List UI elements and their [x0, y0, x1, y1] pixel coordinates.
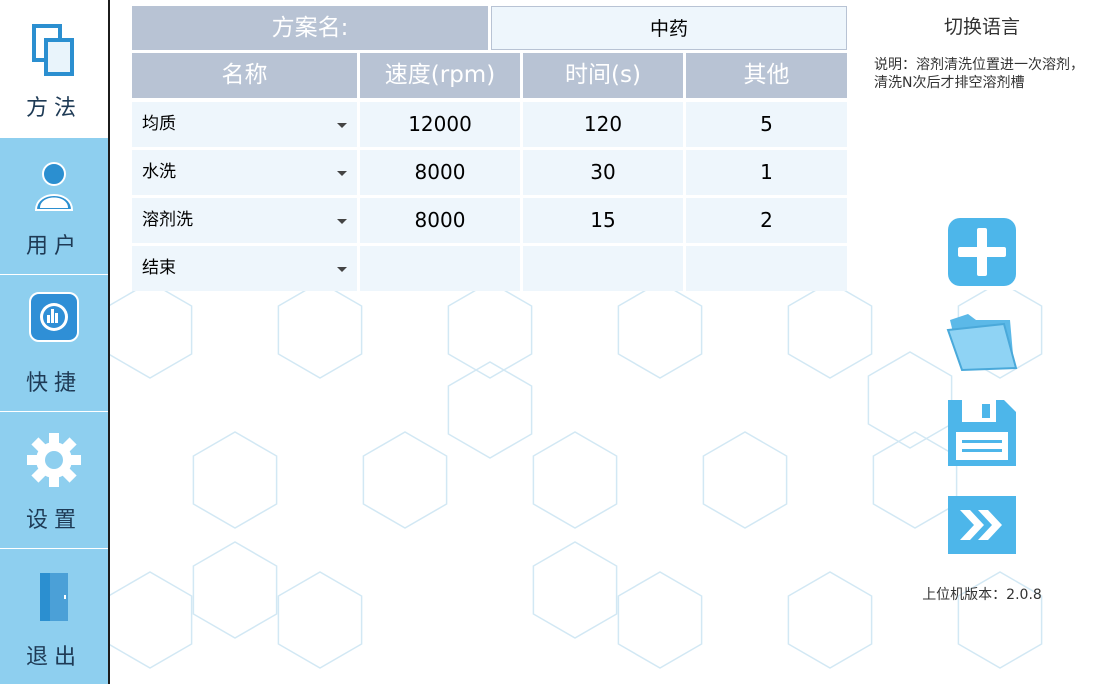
- column-header-time: 时间(s): [523, 53, 683, 98]
- add-button[interactable]: [946, 216, 1018, 288]
- exit-door-icon: [40, 573, 68, 621]
- sidebar-item-label: 快捷: [25, 371, 82, 396]
- hexagon-shape: [787, 571, 873, 669]
- step-name-select[interactable]: 水洗: [132, 150, 357, 195]
- hexagon-shape: [277, 290, 363, 379]
- hexagon-shape: [110, 571, 193, 669]
- other-cell[interactable]: 2: [686, 198, 847, 243]
- step-name-select[interactable]: 均质: [132, 102, 357, 147]
- column-header-speed: 速度(rpm): [360, 53, 520, 98]
- save-floppy-icon: [948, 400, 1016, 466]
- sidebar-item-shortcut[interactable]: 快捷: [0, 275, 108, 413]
- time-cell[interactable]: 15: [523, 198, 683, 243]
- step-name-value: 结束: [142, 258, 176, 278]
- speed-cell[interactable]: 8000: [360, 150, 520, 195]
- step-name-value: 水洗: [142, 162, 176, 182]
- hexagon-shape: [787, 290, 873, 379]
- hexagon-shape: [617, 571, 703, 669]
- hexagon-shape: [110, 290, 193, 379]
- scheme-name-label: 方案名:: [132, 6, 488, 50]
- dropdown-arrow-icon: [337, 219, 347, 224]
- instruction-note: 说明：溶剂清洗位置进一次溶剂，清洗N次后才排空溶剂槽: [874, 57, 1084, 91]
- user-icon: [34, 162, 74, 211]
- sidebar-item-exit[interactable]: 退出: [0, 549, 108, 684]
- step-name-value: 均质: [142, 114, 176, 134]
- save-button[interactable]: [946, 396, 1018, 468]
- hexagon-shape: [362, 431, 448, 529]
- sidebar-item-label: 用户: [25, 234, 82, 259]
- other-cell[interactable]: [686, 246, 847, 291]
- sidebar-item-label: 设置: [25, 508, 82, 533]
- dropdown-arrow-icon: [337, 267, 347, 272]
- sidebar-item-label: 退出: [25, 645, 82, 670]
- speed-cell[interactable]: 12000: [360, 102, 520, 147]
- hexagon-shape: [447, 290, 533, 379]
- column-header-name: 名称: [132, 53, 357, 98]
- sidebar: 方法 用户 快捷 设置 退出: [0, 0, 110, 684]
- hexagon-shape: [532, 541, 618, 639]
- settings-gear-icon: [27, 433, 81, 487]
- hexagon-shape: [532, 431, 618, 529]
- switch-language-button[interactable]: 切换语言: [930, 12, 1034, 42]
- dropdown-arrow-icon: [337, 171, 347, 176]
- scheme-name-field[interactable]: 中药: [491, 6, 847, 50]
- hexagon-shape: [702, 431, 788, 529]
- sidebar-item-label: 方法: [25, 96, 82, 121]
- hexagon-shape: [872, 431, 958, 529]
- next-button[interactable]: [946, 490, 1018, 562]
- speed-cell[interactable]: [360, 246, 520, 291]
- step-name-select[interactable]: 溶剂洗: [132, 198, 357, 243]
- time-cell[interactable]: 30: [523, 150, 683, 195]
- hexagon-shape: [277, 571, 363, 669]
- hexagon-shape: [617, 290, 703, 379]
- sidebar-item-user[interactable]: 用户: [0, 138, 108, 276]
- hexagon-shape: [867, 351, 953, 449]
- open-folder-button[interactable]: [946, 306, 1018, 378]
- step-name-value: 溶剂洗: [142, 210, 193, 230]
- dropdown-arrow-icon: [337, 123, 347, 128]
- speed-cell[interactable]: 8000: [360, 198, 520, 243]
- other-cell[interactable]: 5: [686, 102, 847, 147]
- column-header-other: 其他: [686, 53, 847, 98]
- sidebar-item-settings[interactable]: 设置: [0, 412, 108, 550]
- hexagon-shape: [192, 431, 278, 529]
- software-version: 上位机版本：2.0.8: [922, 587, 1042, 603]
- folder-icon: [946, 314, 1018, 372]
- hexagon-shape: [447, 361, 533, 459]
- step-name-select[interactable]: 结束: [132, 246, 357, 291]
- plus-icon: [948, 218, 1016, 286]
- method-icon: [32, 24, 74, 76]
- hexagon-shape: [192, 541, 278, 639]
- time-cell[interactable]: [523, 246, 683, 291]
- double-chevron-right-icon: [948, 496, 1016, 554]
- other-cell[interactable]: 1: [686, 150, 847, 195]
- sidebar-item-method[interactable]: 方法: [0, 0, 108, 138]
- time-cell[interactable]: 120: [523, 102, 683, 147]
- shortcut-icon: [29, 292, 79, 342]
